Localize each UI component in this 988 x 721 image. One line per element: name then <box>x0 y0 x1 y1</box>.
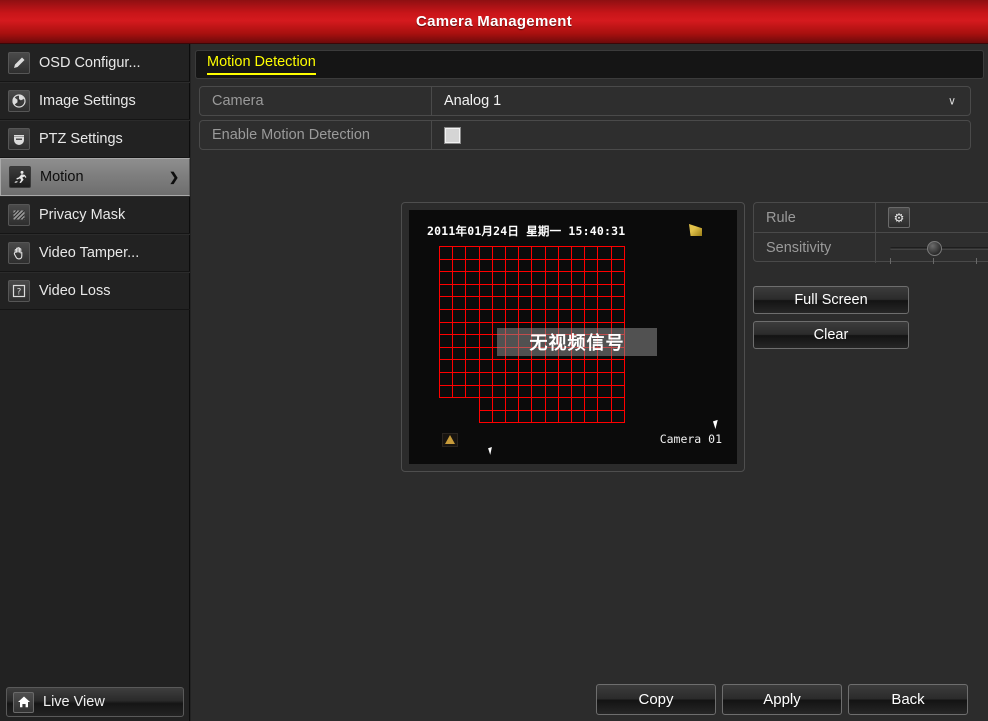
slider-tick <box>976 258 977 264</box>
sidebar-item-label: Video Loss <box>39 283 190 299</box>
grid-line <box>439 309 625 310</box>
rule-value-cell: ⚙ <box>876 203 988 232</box>
rule-label: Rule <box>754 203 876 232</box>
window-titlebar: Camera Management <box>0 0 988 44</box>
gear-icon[interactable]: ⚙ <box>888 207 910 228</box>
grid-line <box>439 284 625 285</box>
osd-pen-icon <box>8 52 30 74</box>
motion-area-preview[interactable]: 2011年01月24日 星期一 15:40:31 无视频信号 Camera 01 <box>401 202 745 472</box>
content-pane: Motion Detection Camera Analog 1 ∨ Enabl… <box>191 44 988 721</box>
sensitivity-slider[interactable] <box>890 241 988 255</box>
back-button[interactable]: Back <box>848 684 968 715</box>
full-screen-button[interactable]: Full Screen <box>753 286 909 314</box>
copy-button[interactable]: Copy <box>596 684 716 715</box>
video-tamper-hand-icon <box>8 242 30 264</box>
sidebar-item-video-tampering[interactable]: Video Tamper... <box>0 234 190 272</box>
no-video-signal-overlay: 无视频信号 <box>497 328 657 356</box>
enable-motion-detection-row: Enable Motion Detection <box>199 120 971 150</box>
motion-person-icon <box>9 166 31 188</box>
sidebar-item-label: Motion <box>40 169 169 185</box>
camera-select-row: Camera Analog 1 ∨ <box>199 86 971 116</box>
privacy-mask-icon <box>8 204 30 226</box>
rule-row: Rule ⚙ <box>754 203 988 233</box>
sidebar-item-image-settings[interactable]: Image Settings <box>0 82 190 120</box>
rule-sensitivity-panel: Rule ⚙ Sensitivity <box>753 202 988 262</box>
video-canvas[interactable]: 2011年01月24日 星期一 15:40:31 无视频信号 Camera 01 <box>409 210 737 464</box>
clear-button[interactable]: Clear <box>753 321 909 349</box>
live-view-button[interactable]: Live View <box>6 687 184 717</box>
grid-line <box>439 296 625 297</box>
sidebar-item-label: OSD Configur... <box>39 55 190 71</box>
grid-line <box>479 422 625 423</box>
enable-motion-detection-cell <box>432 121 970 149</box>
grid-line <box>439 372 625 373</box>
live-view-label: Live View <box>43 694 105 710</box>
grid-line <box>439 271 625 272</box>
sensitivity-value-cell <box>876 233 988 263</box>
video-camera-label: Camera 01 <box>660 432 722 446</box>
apply-button[interactable]: Apply <box>722 684 842 715</box>
sidebar-item-osd-configuration[interactable]: OSD Configur... <box>0 44 190 82</box>
tab-motion-detection[interactable]: Motion Detection <box>207 54 316 75</box>
video-loss-question-icon: ? <box>8 280 30 302</box>
grid-line <box>479 410 625 411</box>
grid-line <box>439 385 625 386</box>
grid-line <box>439 246 625 247</box>
chevron-right-icon: ❯ <box>169 170 179 184</box>
enable-motion-detection-checkbox[interactable] <box>444 127 461 144</box>
sidebar-item-label: Privacy Mask <box>39 207 190 223</box>
sidebar-item-list: OSD Configur... Image Settings PTZ Setti… <box>0 44 190 310</box>
sidebar-item-label: PTZ Settings <box>39 131 190 147</box>
tab-bar: Motion Detection <box>195 50 984 79</box>
page-title: Camera Management <box>416 13 572 30</box>
camera-value: Analog 1 <box>444 93 501 109</box>
sensitivity-row: Sensitivity <box>754 233 988 263</box>
camera-label: Camera <box>200 87 432 115</box>
grid-line <box>439 322 625 323</box>
alarm-indicator-icon <box>442 433 458 447</box>
sidebar-item-video-loss[interactable]: ? Video Loss <box>0 272 190 310</box>
sidebar-item-ptz-settings[interactable]: PTZ Settings <box>0 120 190 158</box>
enable-motion-detection-label: Enable Motion Detection <box>200 121 432 149</box>
camera-management-window: Camera Management OSD Configur... Image … <box>0 0 988 721</box>
slider-tick <box>933 258 934 264</box>
grid-line <box>439 359 625 360</box>
sensitivity-label: Sensitivity <box>754 233 876 263</box>
image-settings-icon <box>8 90 30 112</box>
sidebar-item-privacy-mask[interactable]: Privacy Mask <box>0 196 190 234</box>
sidebar-item-motion[interactable]: Motion ❯ <box>0 158 190 196</box>
sidebar-item-label: Video Tamper... <box>39 245 190 261</box>
sidebar: OSD Configur... Image Settings PTZ Setti… <box>0 44 190 721</box>
chevron-down-icon: ∨ <box>948 95 956 108</box>
slider-thumb[interactable] <box>927 241 942 256</box>
ptz-dome-icon <box>8 128 30 150</box>
slider-tick <box>890 258 891 264</box>
slider-ticks <box>890 258 988 264</box>
sidebar-item-label: Image Settings <box>39 93 190 109</box>
camera-dropdown[interactable]: Analog 1 ∨ <box>432 87 970 115</box>
home-icon <box>13 692 34 713</box>
grid-line <box>439 259 625 260</box>
svg-text:?: ? <box>17 288 22 298</box>
